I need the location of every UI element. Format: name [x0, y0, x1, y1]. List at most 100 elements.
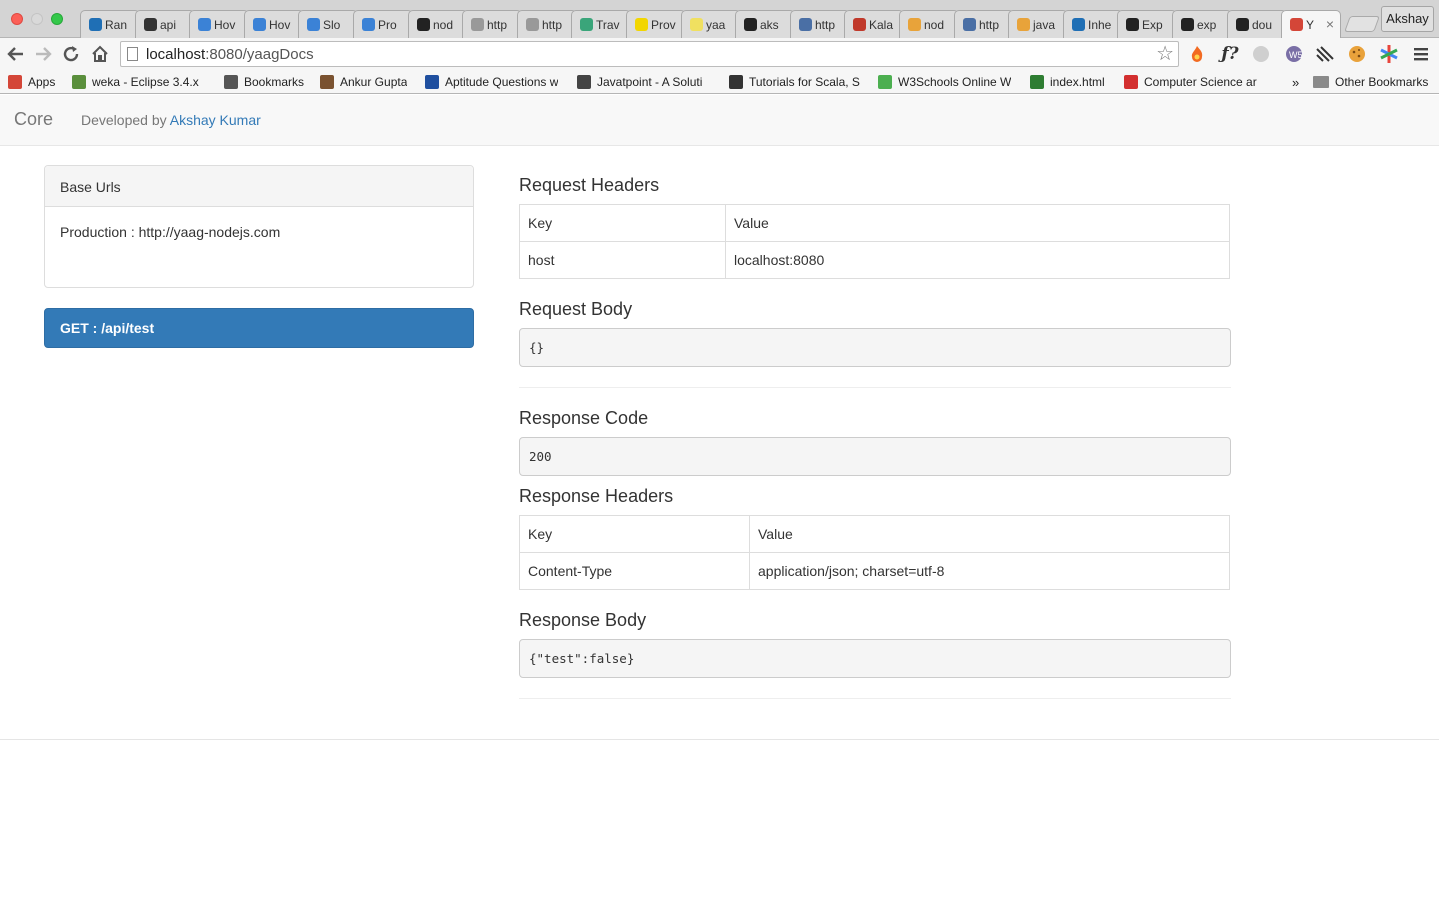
bookmark-item[interactable]: Aptitude Questions w [425, 74, 558, 90]
bookmark-item[interactable]: Apps [8, 74, 55, 90]
brand-link[interactable]: Core [14, 109, 53, 130]
other-bookmarks-folder[interactable]: Other Bookmarks [1313, 74, 1428, 90]
browser-tab[interactable]: exp [1172, 10, 1232, 38]
back-arrow-icon [7, 47, 23, 61]
tab-favicon-icon [1126, 18, 1139, 31]
bookmark-label: index.html [1050, 75, 1105, 89]
bookmark-star-icon[interactable]: ☆ [1156, 43, 1174, 65]
tab-favicon-icon [471, 18, 484, 31]
folder-icon [1313, 76, 1329, 88]
close-window-button[interactable] [11, 13, 23, 25]
tab-favicon-icon [253, 18, 266, 31]
url-text[interactable]: localhost:8080/yaagDocs [146, 46, 314, 63]
browser-tab[interactable]: Exp [1117, 10, 1177, 38]
bookmarks-overflow-button[interactable]: » [1292, 74, 1299, 90]
tab-title: Hov [214, 18, 236, 32]
bookmark-label: Bookmarks [244, 75, 305, 89]
browser-tab[interactable]: Hov [189, 10, 249, 38]
bookmark-item[interactable]: weka - Eclipse 3.4.x [72, 74, 199, 90]
minimize-window-button[interactable] [31, 13, 43, 25]
tab-strip: Ran api Hov Hov Slo Pro nod http http Trav Prov yaa… [0, 0, 1439, 38]
tab-favicon-icon [580, 18, 593, 31]
bookmark-favicon-icon [577, 75, 591, 89]
grey-extension-icon[interactable] [1251, 44, 1271, 64]
author-link[interactable]: Akshay Kumar [170, 112, 261, 128]
menu-icon[interactable] [1411, 44, 1431, 64]
asterisk-extension-icon[interactable] [1379, 44, 1399, 64]
request-body-block: {} [519, 328, 1231, 367]
bookmark-item[interactable]: W3Schools Online W [878, 74, 1011, 90]
bookmark-item[interactable]: Computer Science ar [1124, 74, 1257, 90]
browser-tab[interactable]: Prov [626, 10, 686, 38]
browser-tab[interactable]: http [790, 10, 850, 38]
request-headers-table: Key Value host localhost:8080 [519, 204, 1230, 279]
browser-tab[interactable]: java [1008, 10, 1068, 38]
tab-favicon-icon [1072, 18, 1085, 31]
bookmark-item[interactable]: Bookmarks [224, 74, 304, 90]
browser-tab[interactable]: Kala [844, 10, 904, 38]
new-tab-button[interactable] [1344, 16, 1380, 32]
home-button[interactable] [89, 43, 111, 65]
tab-favicon-icon [963, 18, 976, 31]
browser-tab[interactable]: yaa [681, 10, 741, 38]
w5-extension-icon[interactable]: W5 [1284, 44, 1304, 64]
tools-extension-icon[interactable] [1315, 44, 1335, 64]
browser-tab[interactable]: http [954, 10, 1014, 38]
response-headers-title: Response Headers [519, 486, 674, 506]
bookmark-label: weka - Eclipse 3.4.x [92, 75, 199, 89]
reload-icon [63, 46, 79, 62]
maximize-window-button[interactable] [51, 13, 63, 25]
endpoint-button[interactable]: GET : /api/test [44, 308, 474, 348]
tab-favicon-icon [89, 18, 102, 31]
tab-favicon-icon [417, 18, 430, 31]
back-button[interactable] [5, 43, 27, 65]
close-tab-icon[interactable]: × [1326, 16, 1334, 32]
home-icon [92, 45, 108, 62]
bookmark-favicon-icon [729, 75, 743, 89]
divider [519, 698, 1231, 699]
fire-extension-icon[interactable] [1187, 44, 1207, 64]
browser-tab[interactable]: aks [735, 10, 795, 38]
tab-title: dou [1252, 18, 1273, 32]
tab-favicon-icon [1181, 18, 1194, 31]
tab-title: Kala [869, 18, 894, 32]
browser-tab[interactable]: Y × [1281, 10, 1341, 38]
production-url: Production : http://yaag-nodejs.com [60, 224, 281, 240]
tab-title: http [487, 18, 508, 32]
table-header-row: Key Value [519, 515, 1230, 553]
browser-tab[interactable]: nod [408, 10, 468, 38]
browser-tab[interactable]: Slo [298, 10, 358, 38]
developed-by-label: Developed by [81, 112, 167, 128]
browser-tab[interactable]: Ran [80, 10, 140, 38]
forward-button[interactable] [32, 43, 54, 65]
bookmark-item[interactable]: Tutorials for Scala, S [729, 74, 860, 90]
browser-tab[interactable]: Inhe [1063, 10, 1123, 38]
bookmark-label: Ankur Gupta [340, 75, 408, 89]
browser-tab[interactable]: api [135, 10, 195, 38]
browser-tab[interactable]: dou [1227, 10, 1287, 38]
browser-tab[interactable]: nod [899, 10, 959, 38]
browser-tab[interactable]: Pro [353, 10, 413, 38]
browser-tab[interactable]: Trav [571, 10, 631, 38]
tab-favicon-icon [635, 18, 648, 31]
bookmark-item[interactable]: Ankur Gupta [320, 74, 407, 90]
bookmark-label: W3Schools Online W [898, 75, 1012, 89]
tab-favicon-icon [799, 18, 812, 31]
bookmark-favicon-icon [72, 75, 86, 89]
profile-button[interactable]: Akshay [1381, 6, 1434, 32]
formula-extension-icon[interactable]: ƒ? [1218, 44, 1242, 64]
tab-favicon-icon [1290, 18, 1303, 31]
bookmark-item[interactable]: Javatpoint - A Soluti [577, 74, 702, 90]
tab-title: aks [760, 18, 779, 32]
table-row: host localhost:8080 [519, 241, 1230, 279]
tab-title: http [815, 18, 836, 32]
address-bar[interactable]: localhost:8080/yaagDocs ☆ [120, 41, 1179, 67]
tab-title: Ran [105, 18, 128, 32]
bookmark-item[interactable]: index.html [1030, 74, 1105, 90]
reload-button[interactable] [60, 43, 82, 65]
browser-tab[interactable]: http [517, 10, 577, 38]
cookie-extension-icon[interactable] [1347, 44, 1367, 64]
browser-tab[interactable]: Hov [244, 10, 304, 38]
panel-title: Base Urls [45, 166, 473, 207]
browser-tab[interactable]: http [462, 10, 522, 38]
